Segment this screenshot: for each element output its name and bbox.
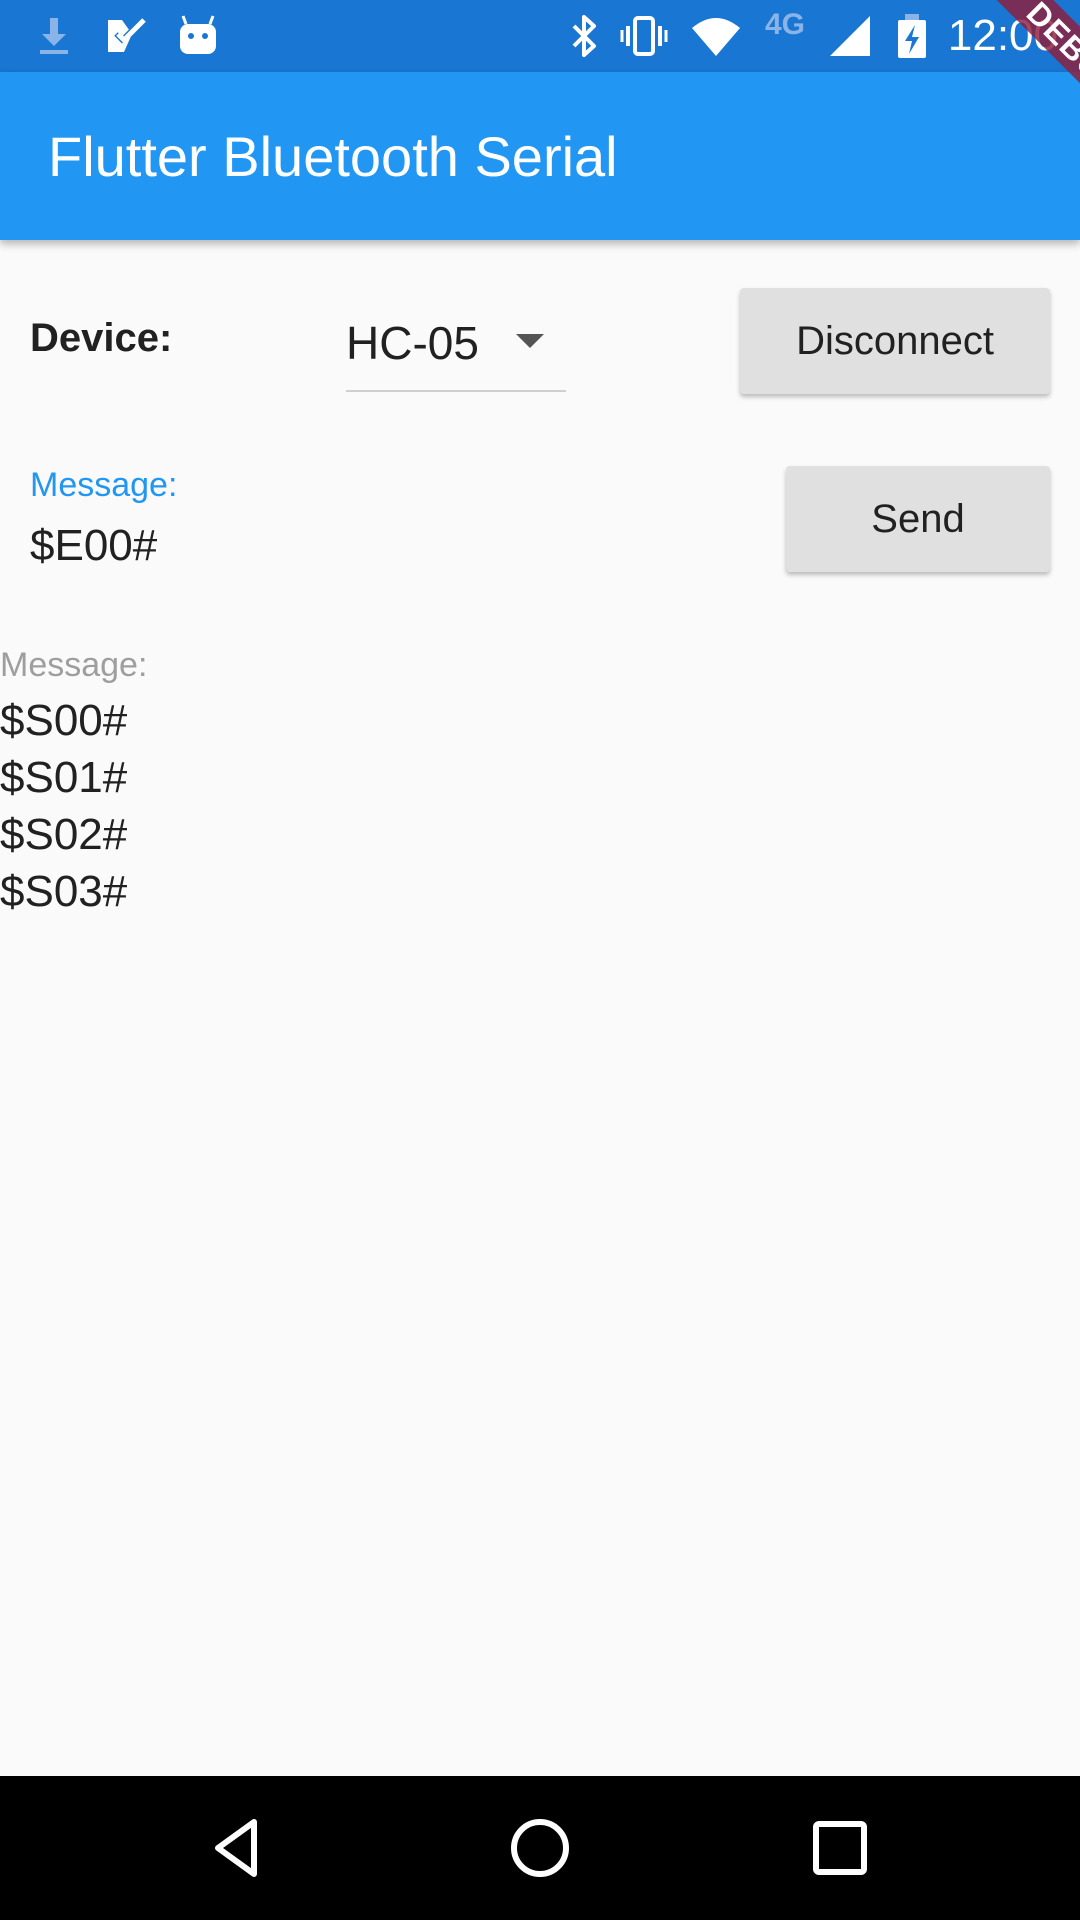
device-label: Device: [30,316,173,360]
selected-device: HC-05 [346,317,479,369]
app-bar: Flutter Bluetooth Serial [0,72,1080,240]
send-button[interactable]: Send [786,466,1050,572]
device-dropdown[interactable]: HC-05 [346,300,566,392]
navigation-bar [0,1776,1080,1920]
status-time: 12:00 [947,11,1058,60]
android-icon [180,15,216,54]
wifi-icon [692,18,740,56]
received-messages-list: $S00# $S01# $S02# $S03# [0,692,127,920]
home-icon[interactable] [504,1812,576,1884]
status-bar: 4G 12:00 [0,0,1080,72]
received-message: $S00# [0,696,128,745]
message-field-label: Message: [30,466,178,504]
message-input[interactable] [30,518,710,574]
app-title: Flutter Bluetooth Serial [48,125,618,188]
battery-charging-icon [898,14,926,58]
task-check-icon [108,18,146,52]
received-message: $S02# [0,810,128,859]
network-type-label: 4G [765,8,806,41]
message-field[interactable]: Message: [30,466,730,576]
received-messages-label: Message: [0,646,148,684]
vibrate-icon [620,16,668,56]
signal-icon [830,16,870,56]
back-icon[interactable] [204,1812,276,1884]
bluetooth-icon [572,15,596,57]
received-message: $S03# [0,867,128,916]
download-icon [40,18,68,54]
recents-icon[interactable] [804,1812,876,1884]
received-message: $S01# [0,753,128,802]
disconnect-button[interactable]: Disconnect [740,288,1050,394]
dropdown-arrow-icon [516,334,544,348]
